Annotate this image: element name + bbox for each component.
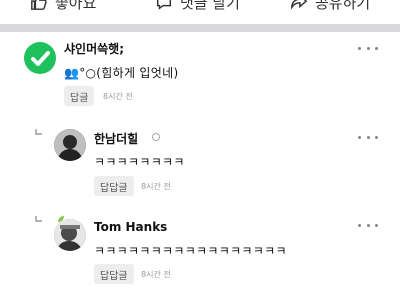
more-options-icon[interactable]: [358, 220, 378, 230]
comment-time: 8시간 전: [141, 270, 171, 279]
comment-text: ㅋㅋㅋㅋㅋㅋㅋㅋㅋㅋㅋㅋㅋㅋㅋㅋㅋ: [94, 244, 287, 258]
comment-author[interactable]: Tom Hanks: [94, 220, 167, 234]
reply-arrow-icon: [35, 216, 42, 222]
reply-comment-item: Tom Hanks ㅋㅋㅋㅋㅋㅋㅋㅋㅋㅋㅋㅋㅋㅋㅋㅋㅋ 답답글 8시간 전: [0, 0, 400, 290]
avatar[interactable]: [54, 219, 86, 251]
reply-button[interactable]: 답답글: [94, 264, 134, 284]
leaf-badge-icon: [58, 216, 64, 222]
profile-photo-icon: [54, 219, 86, 251]
